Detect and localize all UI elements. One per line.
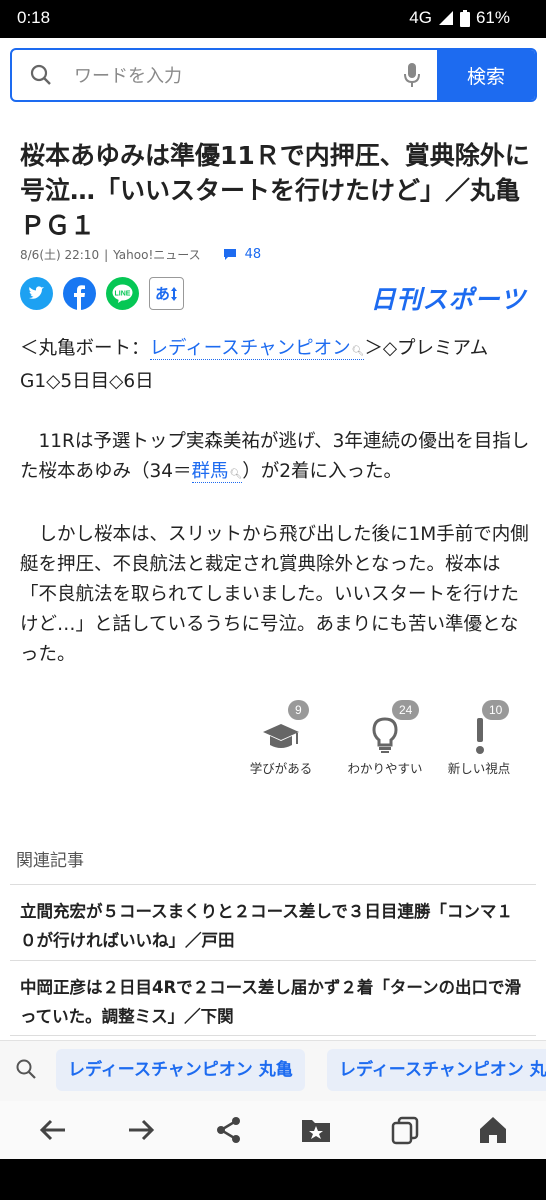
article-source: Yahoo!ニュース — [113, 248, 201, 262]
share-buttons: LINE あ — [20, 277, 184, 310]
exclamation-icon — [476, 718, 484, 754]
back-icon[interactable] — [38, 1115, 68, 1145]
font-size-label: あ — [154, 285, 170, 303]
battery-percent: 61% — [475, 8, 510, 27]
facebook-share-button[interactable] — [63, 277, 96, 310]
forward-icon[interactable] — [126, 1115, 156, 1145]
suggestion-chip[interactable]: レディースチャンピオン 丸 — [327, 1049, 546, 1091]
reaction-clear-button[interactable]: 24 わかりやすい — [338, 700, 432, 777]
related-articles-heading: 関連記事 — [16, 851, 84, 871]
search-icon — [30, 64, 51, 85]
comment-icon — [223, 249, 236, 260]
network-type: 4G — [409, 8, 432, 27]
related-article-link[interactable]: 立間充宏が５コースまくりと２コース差しで３日目連勝「コンマ１０が行ければいいね」… — [10, 884, 536, 960]
article-title: 桜本あゆみは準優11Ｒで内押圧、賞典除外に号泣…「いいスタートを行けたけど」／丸… — [20, 141, 530, 240]
lightbulb-icon — [372, 717, 398, 753]
keyword-link-gunma[interactable]: 群馬🔍︎ — [191, 461, 243, 483]
publisher-logo: 日刊スポーツ — [370, 285, 526, 314]
reaction-count: 24 — [392, 700, 420, 720]
search-button[interactable]: 検索 — [437, 50, 535, 100]
paragraph-1-text: ＜丸亀ボート： — [20, 338, 150, 359]
suggestion-bar: レディースチャンピオン 丸亀 レディースチャンピオン 丸 — [0, 1040, 546, 1102]
reaction-new-view-button[interactable]: 10 新しい視点 — [432, 700, 526, 777]
comment-link[interactable]: 48 — [223, 247, 262, 262]
facebook-icon — [63, 277, 96, 310]
home-icon[interactable] — [478, 1115, 508, 1145]
battery-icon — [459, 9, 470, 27]
paragraph-2: 11Rは予選トップ実森美祐が逃げ、3年連続の優出を目指した桜本あゆみ（34＝群馬… — [20, 427, 532, 490]
related-article-link[interactable]: 中岡正彦は２日目4Rで２コース差し届かず２着「ターンの出口で滑っていた。調整ミス… — [10, 960, 536, 1036]
paragraph-3: しかし桜本は、スリットから飛び出した後に1M手前で内側艇を押圧、不良航法と裁定さ… — [20, 524, 529, 665]
reaction-label: わかりやすい — [347, 761, 423, 776]
browser-nav-bar — [0, 1101, 546, 1159]
keyword-text: レディースチャンピオン — [149, 338, 351, 359]
reaction-label: 学びがある — [249, 761, 313, 776]
twitter-icon — [20, 277, 53, 310]
svg-text:LINE: LINE — [115, 291, 131, 298]
reaction-label: 新しい視点 — [447, 761, 511, 776]
signal-icon — [438, 11, 453, 25]
keyword-text: 群馬 — [191, 461, 229, 482]
status-indicators: 4G 61% — [409, 8, 510, 28]
reaction-count: 9 — [288, 700, 309, 720]
line-icon: LINE — [106, 277, 139, 310]
search-icon — [16, 1059, 36, 1079]
paragraph-1: ＜丸亀ボート：レディースチャンピオン🔍︎＞◇プレミアムG1◇5日目◇6日 — [20, 334, 532, 397]
suggestion-chip[interactable]: レディースチャンピオン 丸亀 — [56, 1049, 305, 1091]
search-input[interactable] — [72, 58, 396, 94]
keyword-link-ladies-champion[interactable]: レディースチャンピオン🔍︎ — [149, 338, 365, 360]
share-icon[interactable] — [214, 1115, 244, 1145]
comment-count: 48 — [244, 247, 262, 262]
graduation-cap-icon — [263, 724, 299, 748]
bookmark-folder-icon[interactable] — [300, 1115, 332, 1145]
meta-separator: | — [104, 247, 109, 262]
search-bar: 検索 — [10, 48, 537, 102]
twitter-share-button[interactable] — [20, 277, 53, 310]
system-navigation-bar — [0, 1159, 546, 1200]
article-date: 8/6(土) 22:10 — [20, 248, 100, 262]
reaction-count: 10 — [482, 700, 510, 720]
article-body: ＜丸亀ボート：レディースチャンピオン🔍︎＞◇プレミアムG1◇5日目◇6日 11R… — [20, 334, 532, 700]
article-meta: 8/6(土) 22:10 | Yahoo!ニュース 48 — [20, 246, 261, 263]
status-bar: 0:18 4G 61% — [0, 0, 546, 38]
search-icon: 🔍︎ — [351, 346, 365, 357]
font-size-button[interactable]: あ — [149, 277, 184, 310]
line-share-button[interactable]: LINE — [106, 277, 139, 310]
reaction-buttons: 9 学びがある 24 わかりやすい 10 新しい視点 — [250, 700, 530, 780]
microphone-icon[interactable] — [404, 62, 420, 88]
updown-arrow-icon — [171, 286, 177, 301]
search-icon: 🔍︎ — [229, 469, 243, 480]
tabs-icon[interactable] — [390, 1115, 420, 1145]
reaction-learn-button[interactable]: 9 学びがある — [234, 700, 328, 777]
paragraph-2-text-tail: ）が2着に入った。 — [242, 461, 403, 482]
status-time: 0:18 — [17, 8, 51, 27]
